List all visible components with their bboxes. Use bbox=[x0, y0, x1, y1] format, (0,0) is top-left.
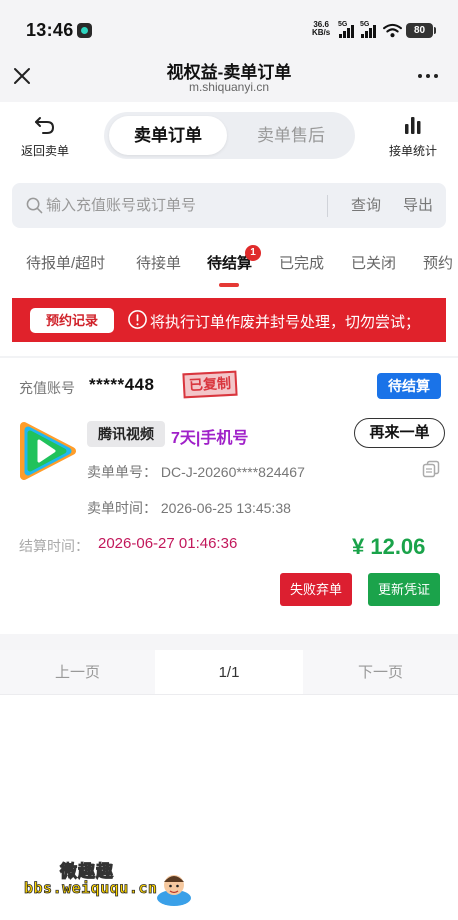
bar-chart-icon bbox=[405, 117, 421, 134]
notice-text: 将执行订单作废并封号处理，切勿尝试； bbox=[150, 314, 421, 331]
pagination: 上一页 1/1 下一页 bbox=[0, 650, 458, 695]
sim2-network-type: 5G bbox=[360, 21, 370, 28]
tab-pending-report[interactable]: 待报单/超时 bbox=[26, 252, 105, 273]
back-arrow-icon bbox=[35, 117, 55, 134]
settlement-time: 2026-06-27 01:46:36 bbox=[98, 535, 238, 552]
product-name: 7天|手机号 bbox=[171, 430, 249, 447]
status-tabs: 待报单/超时 待接单 待结算 1 已完成 已关闭 预约 bbox=[0, 238, 458, 288]
tab-sell-orders[interactable]: 卖单订单 bbox=[109, 116, 227, 155]
prev-page-button[interactable]: 上一页 bbox=[0, 650, 155, 695]
sim1-network-type: 5G bbox=[338, 21, 348, 28]
divider bbox=[0, 694, 458, 695]
page-url: m.shiquanyi.cn bbox=[188, 80, 270, 94]
reservation-record-button[interactable]: 预约记录 bbox=[30, 308, 114, 333]
settlement-amount: ¥ 12.06 bbox=[352, 534, 426, 559]
stats-label: 接单统计 bbox=[388, 144, 437, 158]
order-time: 卖单时间： 2026-06-25 13:45:38 bbox=[87, 500, 291, 516]
page-indicator: 1/1 bbox=[218, 664, 240, 681]
network-speed-unit: KB/s bbox=[312, 28, 331, 37]
account-value[interactable]: *****448 bbox=[89, 375, 154, 395]
order-stats-button[interactable]: 接单统计 bbox=[380, 116, 446, 159]
app-notification-icon bbox=[77, 23, 92, 38]
tab-closed[interactable]: 已关闭 bbox=[351, 252, 396, 273]
alert-circle-icon bbox=[128, 310, 147, 329]
signal-strength-icon: 5G bbox=[360, 21, 380, 38]
tab-completed[interactable]: 已完成 bbox=[279, 252, 324, 273]
tab-pending-accept[interactable]: 待接单 bbox=[136, 252, 181, 273]
status-time: 13:46 bbox=[26, 20, 74, 40]
status-bar: 13:46 36.6 KB/s 5G 5G 80 bbox=[0, 0, 458, 58]
back-to-sell-button[interactable]: 返回卖单 bbox=[14, 116, 76, 159]
signal-strength-icon: 5G bbox=[338, 21, 358, 38]
reorder-button[interactable]: 再来一单 bbox=[354, 418, 445, 448]
search-divider bbox=[327, 195, 328, 217]
order-status-badge: 待结算 bbox=[377, 373, 441, 399]
tab-sell-aftersale[interactable]: 卖单售后 bbox=[232, 116, 350, 155]
order-number: 卖单单号： DC-J-20260****824467 bbox=[87, 464, 305, 480]
export-button[interactable]: 导出 bbox=[392, 183, 444, 228]
mascot-icon bbox=[157, 875, 191, 906]
back-label: 返回卖单 bbox=[20, 144, 69, 158]
tencent-video-logo bbox=[20, 422, 76, 480]
order-toolbar: 返回卖单 卖单订单 卖单售后 接单统计 bbox=[0, 102, 458, 168]
next-page-button[interactable]: 下一页 bbox=[303, 650, 458, 695]
order-type-switch: 卖单订单 卖单售后 bbox=[104, 112, 355, 159]
copied-stamp: 已复制 bbox=[182, 370, 238, 399]
divider bbox=[0, 356, 458, 358]
search-icon bbox=[26, 197, 43, 214]
battery-level: 80 bbox=[406, 23, 436, 38]
platform-tag: 腾讯视频 bbox=[87, 421, 165, 447]
notice-bar: 预约记录 将执行订单作废并封号处理，切勿尝试； bbox=[12, 298, 446, 342]
pager-spacer bbox=[0, 634, 458, 650]
abandon-order-button[interactable]: 失败弃单 bbox=[280, 573, 352, 606]
active-tab-indicator bbox=[219, 283, 239, 287]
more-icon[interactable] bbox=[416, 71, 440, 81]
watermark-url: bbs.weiququ.cn bbox=[24, 879, 158, 898]
search-input[interactable] bbox=[46, 183, 316, 228]
tab-badge: 1 bbox=[245, 245, 261, 261]
search-bar: 查询 导出 bbox=[12, 183, 446, 228]
query-button[interactable]: 查询 bbox=[336, 183, 396, 228]
update-voucher-button[interactable]: 更新凭证 bbox=[368, 573, 440, 606]
account-label: 充值账号 bbox=[19, 380, 75, 396]
title-bar: 视权益-卖单订单 m.shiquanyi.cn bbox=[0, 58, 458, 102]
wifi-icon bbox=[383, 23, 402, 38]
tab-reserved[interactable]: 预约 bbox=[423, 252, 453, 273]
network-speed: 36.6 KB/s bbox=[312, 21, 330, 37]
settlement-time-label: 结算时间： bbox=[19, 538, 89, 554]
copy-icon[interactable] bbox=[422, 460, 440, 478]
